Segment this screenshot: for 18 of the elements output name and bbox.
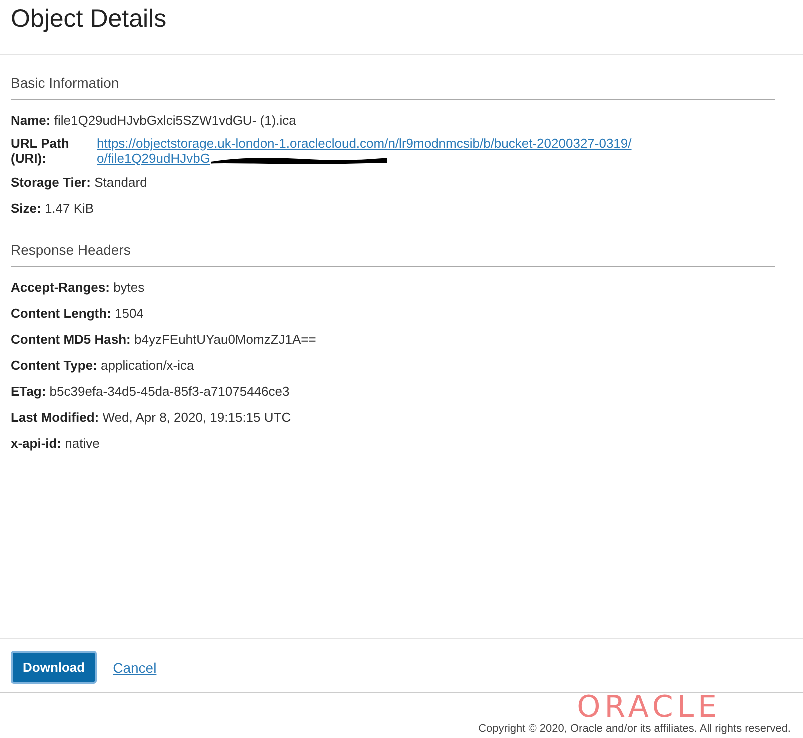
detail-row-text: Size: 1.47 KiB <box>11 200 96 218</box>
section-heading: Response Headers <box>11 222 775 267</box>
oracle-logo: ORACLE <box>577 693 721 723</box>
field-label: URL Path (URI): <box>11 136 70 166</box>
url-link[interactable]: https://objectstorage.uk-london-1.oraclecloud.com/n/lr9modnmcsib/b/bucket-20200327-0319/o/file1Q29udHJvbG <box>97 136 637 166</box>
detail-row-text: Content Length: 1504 <box>11 305 145 323</box>
cancel-link[interactable]: Cancel <box>113 660 157 676</box>
detail-row-text: Content Type: application/x-ica <box>11 357 196 375</box>
detail-row-text: Accept-Ranges: bytes <box>11 279 146 297</box>
detail-row-text: Content MD5 Hash: b4yzFEuhtUYau0MomzZJ1A== <box>11 331 318 349</box>
detail-row-text: x-api-id: native <box>11 435 101 453</box>
section-heading: Basic Information <box>11 55 775 100</box>
detail-row-text: ETag: b5c39efa-34d5-45da-85f3-a71075446ce3 <box>11 383 291 401</box>
download-button[interactable]: Download <box>11 651 98 684</box>
detail-row-text: Last Modified: Wed, Apr 8, 2020, 19:15:15 UTC <box>11 409 292 427</box>
copyright-text: Copyright © 2020, Oracle and/or its affiliates. All rights reserved. <box>478 723 791 736</box>
detail-row-text: Storage Tier: Standard <box>11 174 148 192</box>
detail-row-text: Name: file1Q29udHJvbGxlci5SZW1vdGU- (1).ica <box>11 112 298 130</box>
